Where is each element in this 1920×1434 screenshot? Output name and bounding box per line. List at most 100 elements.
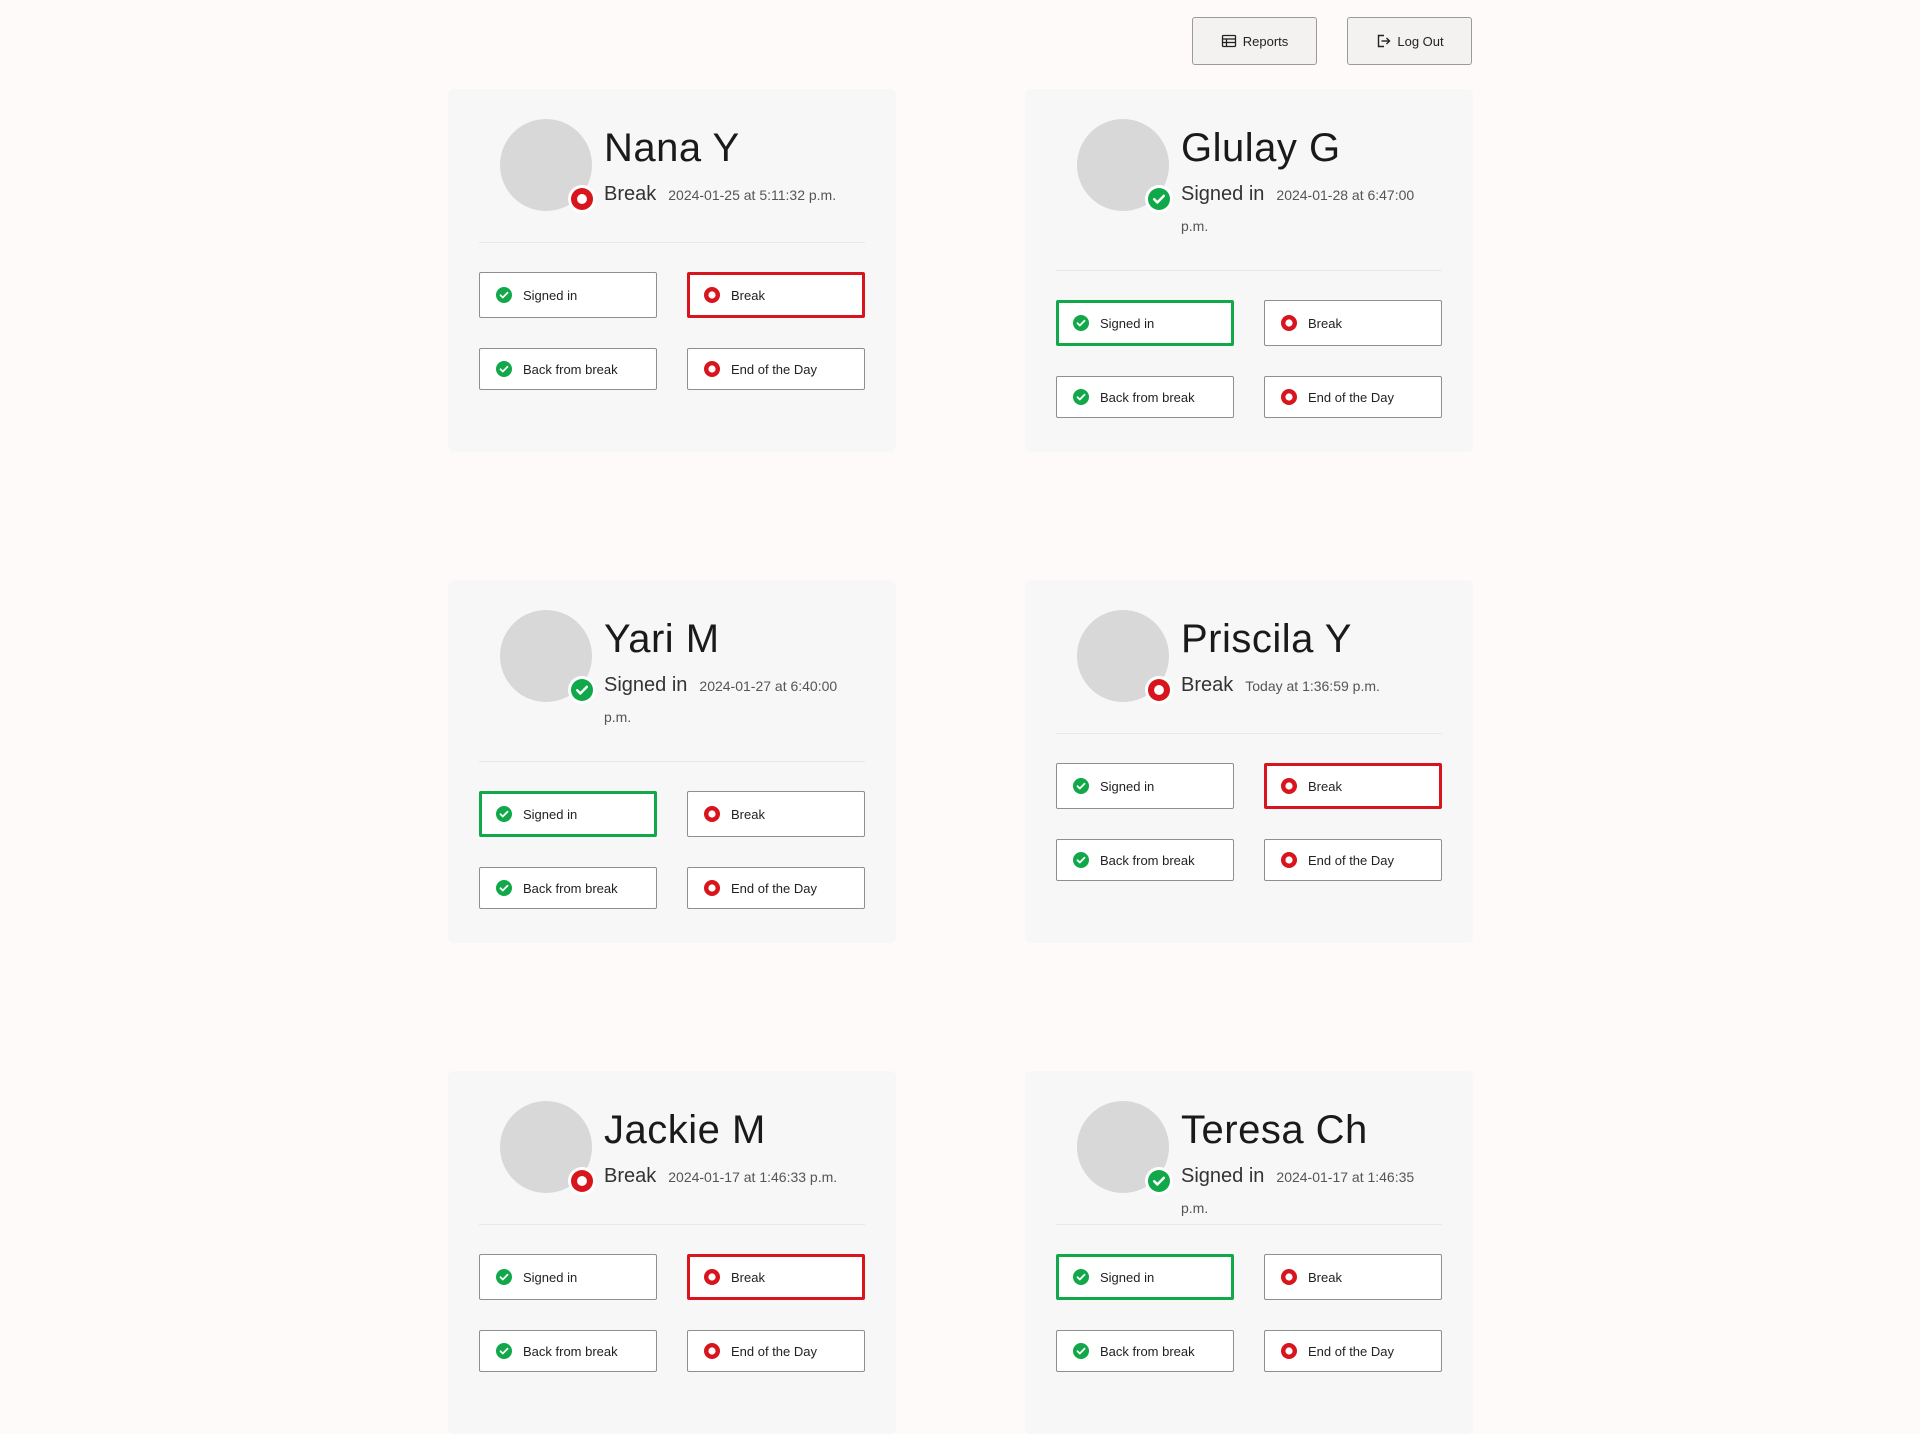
top-toolbar: Reports Log Out (1192, 17, 1472, 65)
check-circle-icon (1073, 852, 1089, 868)
table-icon (1221, 34, 1236, 48)
record-circle-icon (1281, 852, 1297, 868)
signed-in-label: Signed in (523, 1269, 578, 1285)
break-button[interactable]: Break (1264, 300, 1442, 346)
break-label: Break (1308, 778, 1342, 794)
back-from-break-button[interactable]: Back from break (1056, 376, 1234, 418)
record-circle-icon (704, 287, 720, 303)
employee-name: Glulay G (1181, 126, 1341, 170)
end-of-day-button[interactable]: End of the Day (1264, 1330, 1442, 1372)
back-from-break-label: Back from break (1100, 389, 1195, 405)
break-label: Break (731, 287, 765, 303)
check-circle-icon (1073, 315, 1089, 331)
reports-button[interactable]: Reports (1192, 17, 1317, 65)
status-timestamp: 2024-01-25 at 5:11:32 p.m. (668, 187, 837, 203)
signed-in-button[interactable]: Signed in (1056, 763, 1234, 809)
signed-in-label: Signed in (1100, 315, 1155, 331)
end-of-day-label: End of the Day (731, 361, 817, 377)
signed-in-button[interactable]: Signed in (1056, 300, 1234, 346)
status-label: Signed in (1181, 183, 1265, 205)
end-of-day-button[interactable]: End of the Day (1264, 376, 1442, 418)
check-circle-icon (1148, 188, 1170, 210)
back-from-break-label: Back from break (523, 880, 618, 896)
action-buttons: Signed in Break Back from break End of the … (1056, 763, 1442, 881)
record-circle-icon (704, 806, 720, 822)
check-circle-icon (1148, 1170, 1170, 1192)
status-line: Break 2024-01-25 at 5:11:32 p.m. (604, 179, 865, 211)
employee-info: Nana Y Break 2024-01-25 at 5:11:32 p.m. (604, 125, 865, 211)
status-label: Break (604, 183, 657, 205)
action-buttons: Signed in Break Back from break End of the … (1056, 300, 1442, 418)
check-circle-icon (496, 361, 512, 377)
check-circle-icon (496, 880, 512, 896)
card-header: Teresa Ch Signed in 2024-01-17 at 1:46:35… (1056, 1101, 1442, 1225)
action-buttons: Signed in Break Back from break End of the … (479, 1254, 865, 1372)
card-header: Yari M Signed in 2024-01-27 at 6:40:00 p.… (479, 610, 865, 762)
end-of-day-button[interactable]: End of the Day (687, 1330, 865, 1372)
signed-in-button[interactable]: Signed in (479, 791, 657, 837)
end-of-day-label: End of the Day (1308, 1343, 1394, 1359)
status-indicator (1145, 185, 1173, 213)
end-of-day-label: End of the Day (1308, 389, 1394, 405)
check-circle-icon (1073, 778, 1089, 794)
back-from-break-button[interactable]: Back from break (479, 1330, 657, 1372)
record-circle-icon (1281, 1269, 1297, 1285)
employee-info: Yari M Signed in 2024-01-27 at 6:40:00 p.… (604, 616, 865, 733)
card-header: Priscila Y Break Today at 1:36:59 p.m. (1056, 610, 1442, 734)
card-header: Jackie M Break 2024-01-17 at 1:46:33 p.m. (479, 1101, 865, 1225)
record-circle-icon (1281, 315, 1297, 331)
logout-button[interactable]: Log Out (1347, 17, 1472, 65)
signed-in-label: Signed in (1100, 1269, 1155, 1285)
end-of-day-label: End of the Day (1308, 852, 1394, 868)
break-button[interactable]: Break (1264, 1254, 1442, 1300)
check-circle-icon (1073, 1343, 1089, 1359)
employee-card: Teresa Ch Signed in 2024-01-17 at 1:46:35… (1025, 1071, 1473, 1434)
status-indicator (568, 1167, 596, 1195)
check-circle-icon (496, 287, 512, 303)
avatar-wrap (1077, 610, 1173, 704)
status-line: Signed in 2024-01-28 at 6:47:00 p.m. (1181, 179, 1442, 242)
employee-info: Glulay G Signed in 2024-01-28 at 6:47:00 … (1181, 125, 1442, 242)
check-circle-icon (496, 1343, 512, 1359)
record-circle-icon (1148, 679, 1170, 701)
record-circle-icon (1281, 778, 1297, 794)
break-label: Break (731, 806, 765, 822)
action-buttons: Signed in Break Back from break End of the … (479, 272, 865, 390)
employee-card-grid: Nana Y Break 2024-01-25 at 5:11:32 p.m. S… (448, 89, 1473, 1434)
record-circle-icon (704, 880, 720, 896)
status-label: Break (604, 1165, 657, 1187)
reports-label: Reports (1242, 33, 1289, 49)
status-timestamp: Today at 1:36:59 p.m. (1245, 678, 1380, 694)
status-timestamp: 2024-01-17 at 1:46:33 p.m. (668, 1169, 838, 1185)
signed-in-button[interactable]: Signed in (1056, 1254, 1234, 1300)
employee-card: Jackie M Break 2024-01-17 at 1:46:33 p.m.… (448, 1071, 896, 1434)
break-label: Break (1308, 315, 1342, 331)
card-header: Glulay G Signed in 2024-01-28 at 6:47:00 … (1056, 119, 1442, 271)
break-button[interactable]: Break (687, 1254, 865, 1300)
signed-in-button[interactable]: Signed in (479, 1254, 657, 1300)
status-line: Signed in 2024-01-27 at 6:40:00 p.m. (604, 670, 865, 733)
check-circle-icon (496, 806, 512, 822)
back-from-break-button[interactable]: Back from break (1056, 1330, 1234, 1372)
break-button[interactable]: Break (1264, 763, 1442, 809)
employee-info: Jackie M Break 2024-01-17 at 1:46:33 p.m. (604, 1107, 865, 1193)
employee-name: Nana Y (604, 126, 740, 170)
end-of-day-button[interactable]: End of the Day (687, 867, 865, 909)
end-of-day-label: End of the Day (731, 880, 817, 896)
break-button[interactable]: Break (687, 791, 865, 837)
employee-name: Teresa Ch (1181, 1108, 1368, 1152)
record-circle-icon (704, 361, 720, 377)
back-from-break-button[interactable]: Back from break (479, 348, 657, 390)
break-button[interactable]: Break (687, 272, 865, 318)
card-header: Nana Y Break 2024-01-25 at 5:11:32 p.m. (479, 119, 865, 243)
employee-card: Priscila Y Break Today at 1:36:59 p.m. Si… (1025, 580, 1473, 943)
back-from-break-button[interactable]: Back from break (1056, 839, 1234, 881)
employee-name: Priscila Y (1181, 617, 1352, 661)
end-of-day-button[interactable]: End of the Day (687, 348, 865, 390)
end-of-day-button[interactable]: End of the Day (1264, 839, 1442, 881)
signed-in-button[interactable]: Signed in (479, 272, 657, 318)
status-label: Signed in (1181, 1165, 1265, 1187)
back-from-break-button[interactable]: Back from break (479, 867, 657, 909)
back-from-break-label: Back from break (523, 1343, 618, 1359)
status-line: Break Today at 1:36:59 p.m. (1181, 670, 1442, 702)
